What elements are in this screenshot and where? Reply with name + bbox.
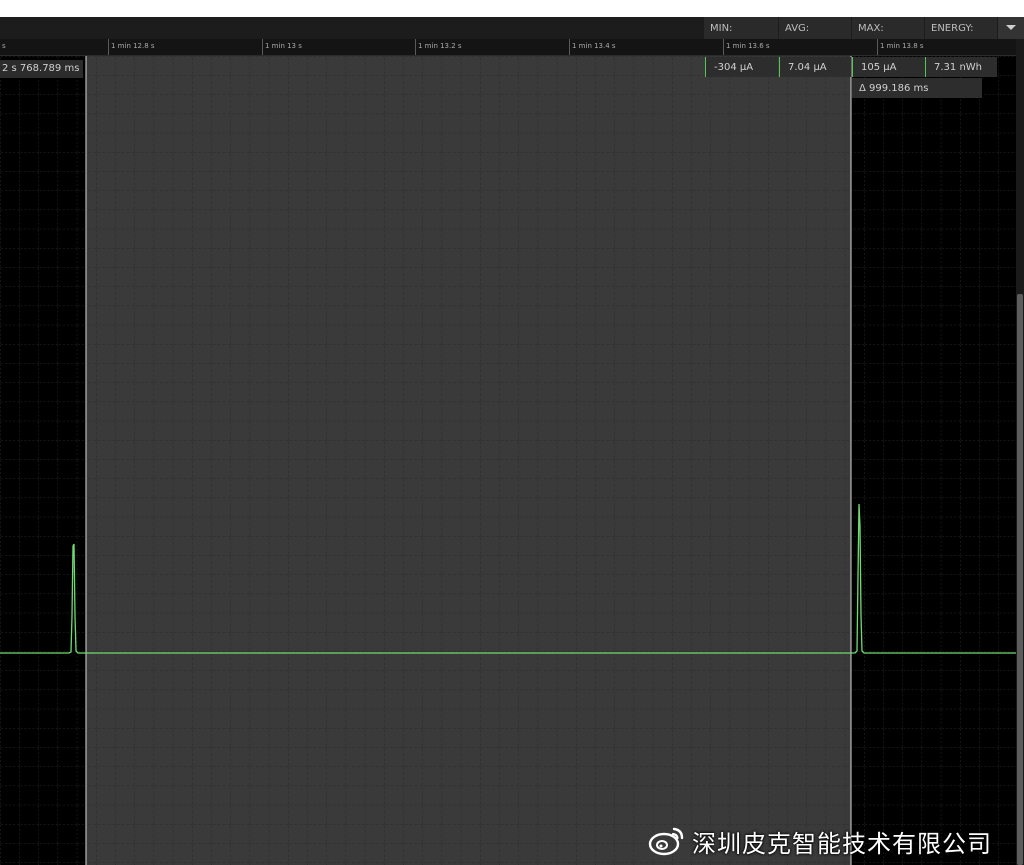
time-tick: 1 min 13 s: [262, 39, 302, 55]
vertical-scrollbar[interactable]: [1016, 39, 1024, 865]
selection-duration: Δ 999.186 ms: [852, 78, 982, 98]
time-tick: 1 min 13.4 s: [569, 39, 616, 55]
chevron-down-icon: [1006, 25, 1016, 30]
avg-value: 7.04 µA: [779, 57, 851, 77]
selection-grid: [86, 56, 851, 865]
watermark: 深圳皮克智能技术有限公司: [648, 822, 992, 860]
scrollbar-thumb[interactable]: [1017, 294, 1023, 865]
weibo-icon: [648, 827, 684, 856]
min-label: MIN:: [704, 17, 778, 39]
waveform-plot[interactable]: [0, 56, 1016, 865]
avg-label: AVG:: [779, 17, 851, 39]
energy-value: 7.31 nWh: [925, 57, 997, 77]
max-value: 105 µA: [852, 57, 925, 77]
max-label: MAX:: [852, 17, 924, 39]
time-tick: 1 min 13.6 s: [723, 39, 770, 55]
waveform-canvas: [0, 56, 1016, 865]
time-tick: s: [0, 39, 6, 55]
time-tick: 1 min 13.8 s: [877, 39, 924, 55]
time-axis[interactable]: s 1 min 12.8 s 1 min 13 s 1 min 13.2 s 1…: [0, 39, 1016, 56]
cursor-time-readout: 2 s 768.789 ms: [0, 60, 84, 78]
energy-label: ENERGY:: [925, 17, 997, 39]
time-tick: 1 min 13.2 s: [415, 39, 462, 55]
time-tick: 1 min 12.8 s: [108, 39, 155, 55]
min-value: -304 µA: [705, 57, 778, 77]
watermark-text: 深圳皮克智能技术有限公司: [692, 829, 992, 858]
stats-dropdown-button[interactable]: [998, 17, 1024, 39]
window-top-bar: [0, 0, 1024, 17]
